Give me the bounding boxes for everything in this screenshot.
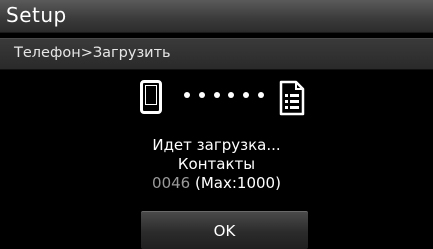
title-bar: Setup: [0, 0, 433, 33]
download-count: 0046: [152, 174, 191, 192]
download-max: (Max:1000): [190, 174, 281, 192]
breadcrumb-text: Телефон>Загрузить: [14, 45, 171, 61]
breadcrumb: Телефон>Загрузить: [0, 38, 433, 70]
status-message: Идет загрузка... Контакты 0046 (Max:1000…: [0, 136, 433, 193]
status-line-contacts: Контакты: [177, 155, 256, 173]
contacts-document-icon: [279, 80, 305, 116]
phone-icon: [140, 80, 162, 114]
dots-progress-icon: [184, 89, 264, 101]
status-line-count: 0046 (Max:1000): [0, 174, 433, 193]
page-title: Setup: [6, 3, 67, 27]
status-line-loading: Идет загрузка...: [152, 136, 281, 154]
ok-button[interactable]: OK: [141, 211, 308, 249]
